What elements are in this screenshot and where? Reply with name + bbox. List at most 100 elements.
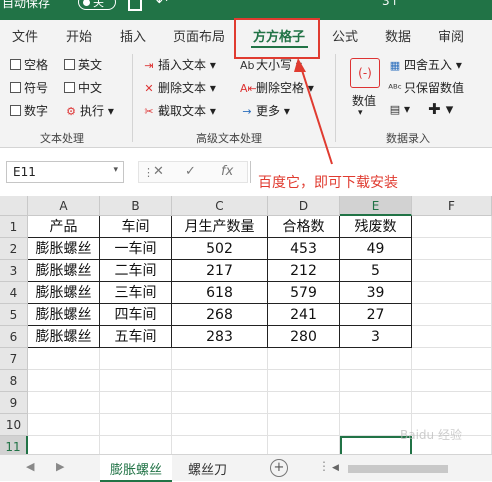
checkbox-chinese[interactable]: 中文 [64,79,102,96]
checkbox-number[interactable]: 数字 [10,102,48,119]
row-header[interactable]: 1 [0,216,28,238]
grid-cell[interactable] [412,392,492,414]
grid-cell[interactable] [172,370,268,392]
table-header-cell[interactable]: 残废数 [340,216,412,238]
table-cell[interactable]: 膨胀螺丝 [28,326,100,348]
row-header[interactable]: 2 [0,238,28,260]
tab-data[interactable]: 数据 [385,26,411,45]
function-icon[interactable]: fx [221,164,233,179]
tab-review[interactable]: 审阅 [438,26,464,45]
scrollbar-thumb[interactable] [348,465,448,473]
checkbox-space[interactable]: 空格 [10,56,48,73]
delete-text-button[interactable]: ✕ 删除文本 ▾ [142,79,215,96]
table-cell[interactable]: 膨胀螺丝 [28,260,100,282]
grid-cell[interactable] [412,238,492,260]
add-sheet-icon[interactable]: + [270,459,288,477]
more-button[interactable]: → 更多 ▾ [240,102,289,119]
table-cell[interactable]: 膨胀螺丝 [28,304,100,326]
table-cell[interactable]: 453 [268,238,340,260]
tab-insert[interactable]: 插入 [120,26,146,45]
grid-cell[interactable] [268,414,340,436]
table-cell[interactable]: 283 [172,326,268,348]
sheet-next-icon[interactable]: ▶ [56,460,64,473]
plus-icon[interactable]: ✚ ▾ [428,100,453,118]
table-header-cell[interactable]: 合格数 [268,216,340,238]
insert-text-button[interactable]: ⇥ 插入文本 ▾ [142,56,215,73]
grid-cell[interactable] [340,348,412,370]
sheet-tab-screwdriver[interactable]: 螺丝刀 [178,455,237,482]
grid-cell[interactable] [172,348,268,370]
grid-cell[interactable] [28,392,100,414]
grid-cell[interactable] [28,370,100,392]
table-cell[interactable]: 27 [340,304,412,326]
grid-cell[interactable] [412,260,492,282]
row-header[interactable]: 9 [0,392,28,414]
row-header[interactable]: 10 [0,414,28,436]
table-header-cell[interactable]: 车间 [100,216,172,238]
row-header[interactable]: 7 [0,348,28,370]
execute-button[interactable]: ⚙ 执行 ▾ [64,102,114,119]
table-cell[interactable]: 一车间 [100,238,172,260]
table-cell[interactable]: 280 [268,326,340,348]
column-header-b[interactable]: B [100,196,172,216]
table-cell[interactable]: 二车间 [100,260,172,282]
tab-formulas[interactable]: 公式 [332,26,358,45]
column-header-a[interactable]: A [28,196,100,216]
round-button[interactable]: ▦ 四舍五入 ▾ [388,56,462,73]
table-header-cell[interactable]: 月生产数量 [172,216,268,238]
grid-cell[interactable] [100,392,172,414]
more-icon[interactable]: ⋮ [318,459,330,473]
grid-cell[interactable] [412,326,492,348]
grid-cell[interactable] [412,370,492,392]
tab-home[interactable]: 开始 [66,26,92,45]
grid-cell[interactable] [412,304,492,326]
table-cell[interactable]: 268 [172,304,268,326]
table-cell[interactable]: 618 [172,282,268,304]
grid-cell[interactable] [100,370,172,392]
table-cell[interactable]: 502 [172,238,268,260]
select-all-corner[interactable] [0,196,28,216]
cancel-icon[interactable]: ✕ [153,164,164,179]
row-header[interactable]: 5 [0,304,28,326]
row-header[interactable]: 3 [0,260,28,282]
grid-cell[interactable] [172,392,268,414]
column-header-d[interactable]: D [268,196,340,216]
tab-page-layout[interactable]: 页面布局 [173,26,225,45]
table-cell[interactable]: 三车间 [100,282,172,304]
name-box[interactable]: E11 ▾ [6,161,124,183]
row-header[interactable]: 4 [0,282,28,304]
fill-button[interactable]: ▤ ▾ [388,102,410,116]
grid-cell[interactable] [172,414,268,436]
column-header-e[interactable]: E [340,196,412,216]
table-cell[interactable]: 四车间 [100,304,172,326]
chevron-down-icon[interactable]: ▾ [358,108,363,118]
row-header[interactable]: 6 [0,326,28,348]
table-cell[interactable]: 膨胀螺丝 [28,282,100,304]
number-button[interactable]: 数值 [352,92,376,109]
grid-cell[interactable] [268,348,340,370]
keep-value-button[interactable]: ᴬᴮᶜ 只保留数值 [388,79,464,96]
table-cell[interactable]: 膨胀螺丝 [28,238,100,260]
horizontal-scrollbar[interactable]: ⋮ ◀ [318,459,486,475]
grid-cell[interactable] [412,348,492,370]
table-header-cell[interactable]: 产品 [28,216,100,238]
scroll-left-icon[interactable]: ◀ [332,463,339,473]
chevron-down-icon[interactable]: ▾ [113,165,118,175]
grid-cell[interactable] [412,216,492,238]
grid-cell[interactable] [268,370,340,392]
table-cell[interactable]: 212 [268,260,340,282]
grid-cell[interactable] [28,348,100,370]
undo-icon[interactable]: ↶ [156,0,168,10]
column-header-c[interactable]: C [172,196,268,216]
delete-space-button[interactable]: A⇤删除空格 ▾ [240,79,314,96]
confirm-icon[interactable]: ✓ [185,164,196,179]
row-header[interactable]: 8 [0,370,28,392]
table-cell[interactable]: 49 [340,238,412,260]
grid-cell[interactable] [412,282,492,304]
cut-text-button[interactable]: ✂ 截取文本 ▾ [142,102,215,119]
table-cell[interactable]: 241 [268,304,340,326]
autosave-toggle[interactable]: 关 [78,0,116,10]
tab-file[interactable]: 文件 [12,26,38,45]
table-cell[interactable]: 五车间 [100,326,172,348]
grid-cell[interactable] [100,348,172,370]
